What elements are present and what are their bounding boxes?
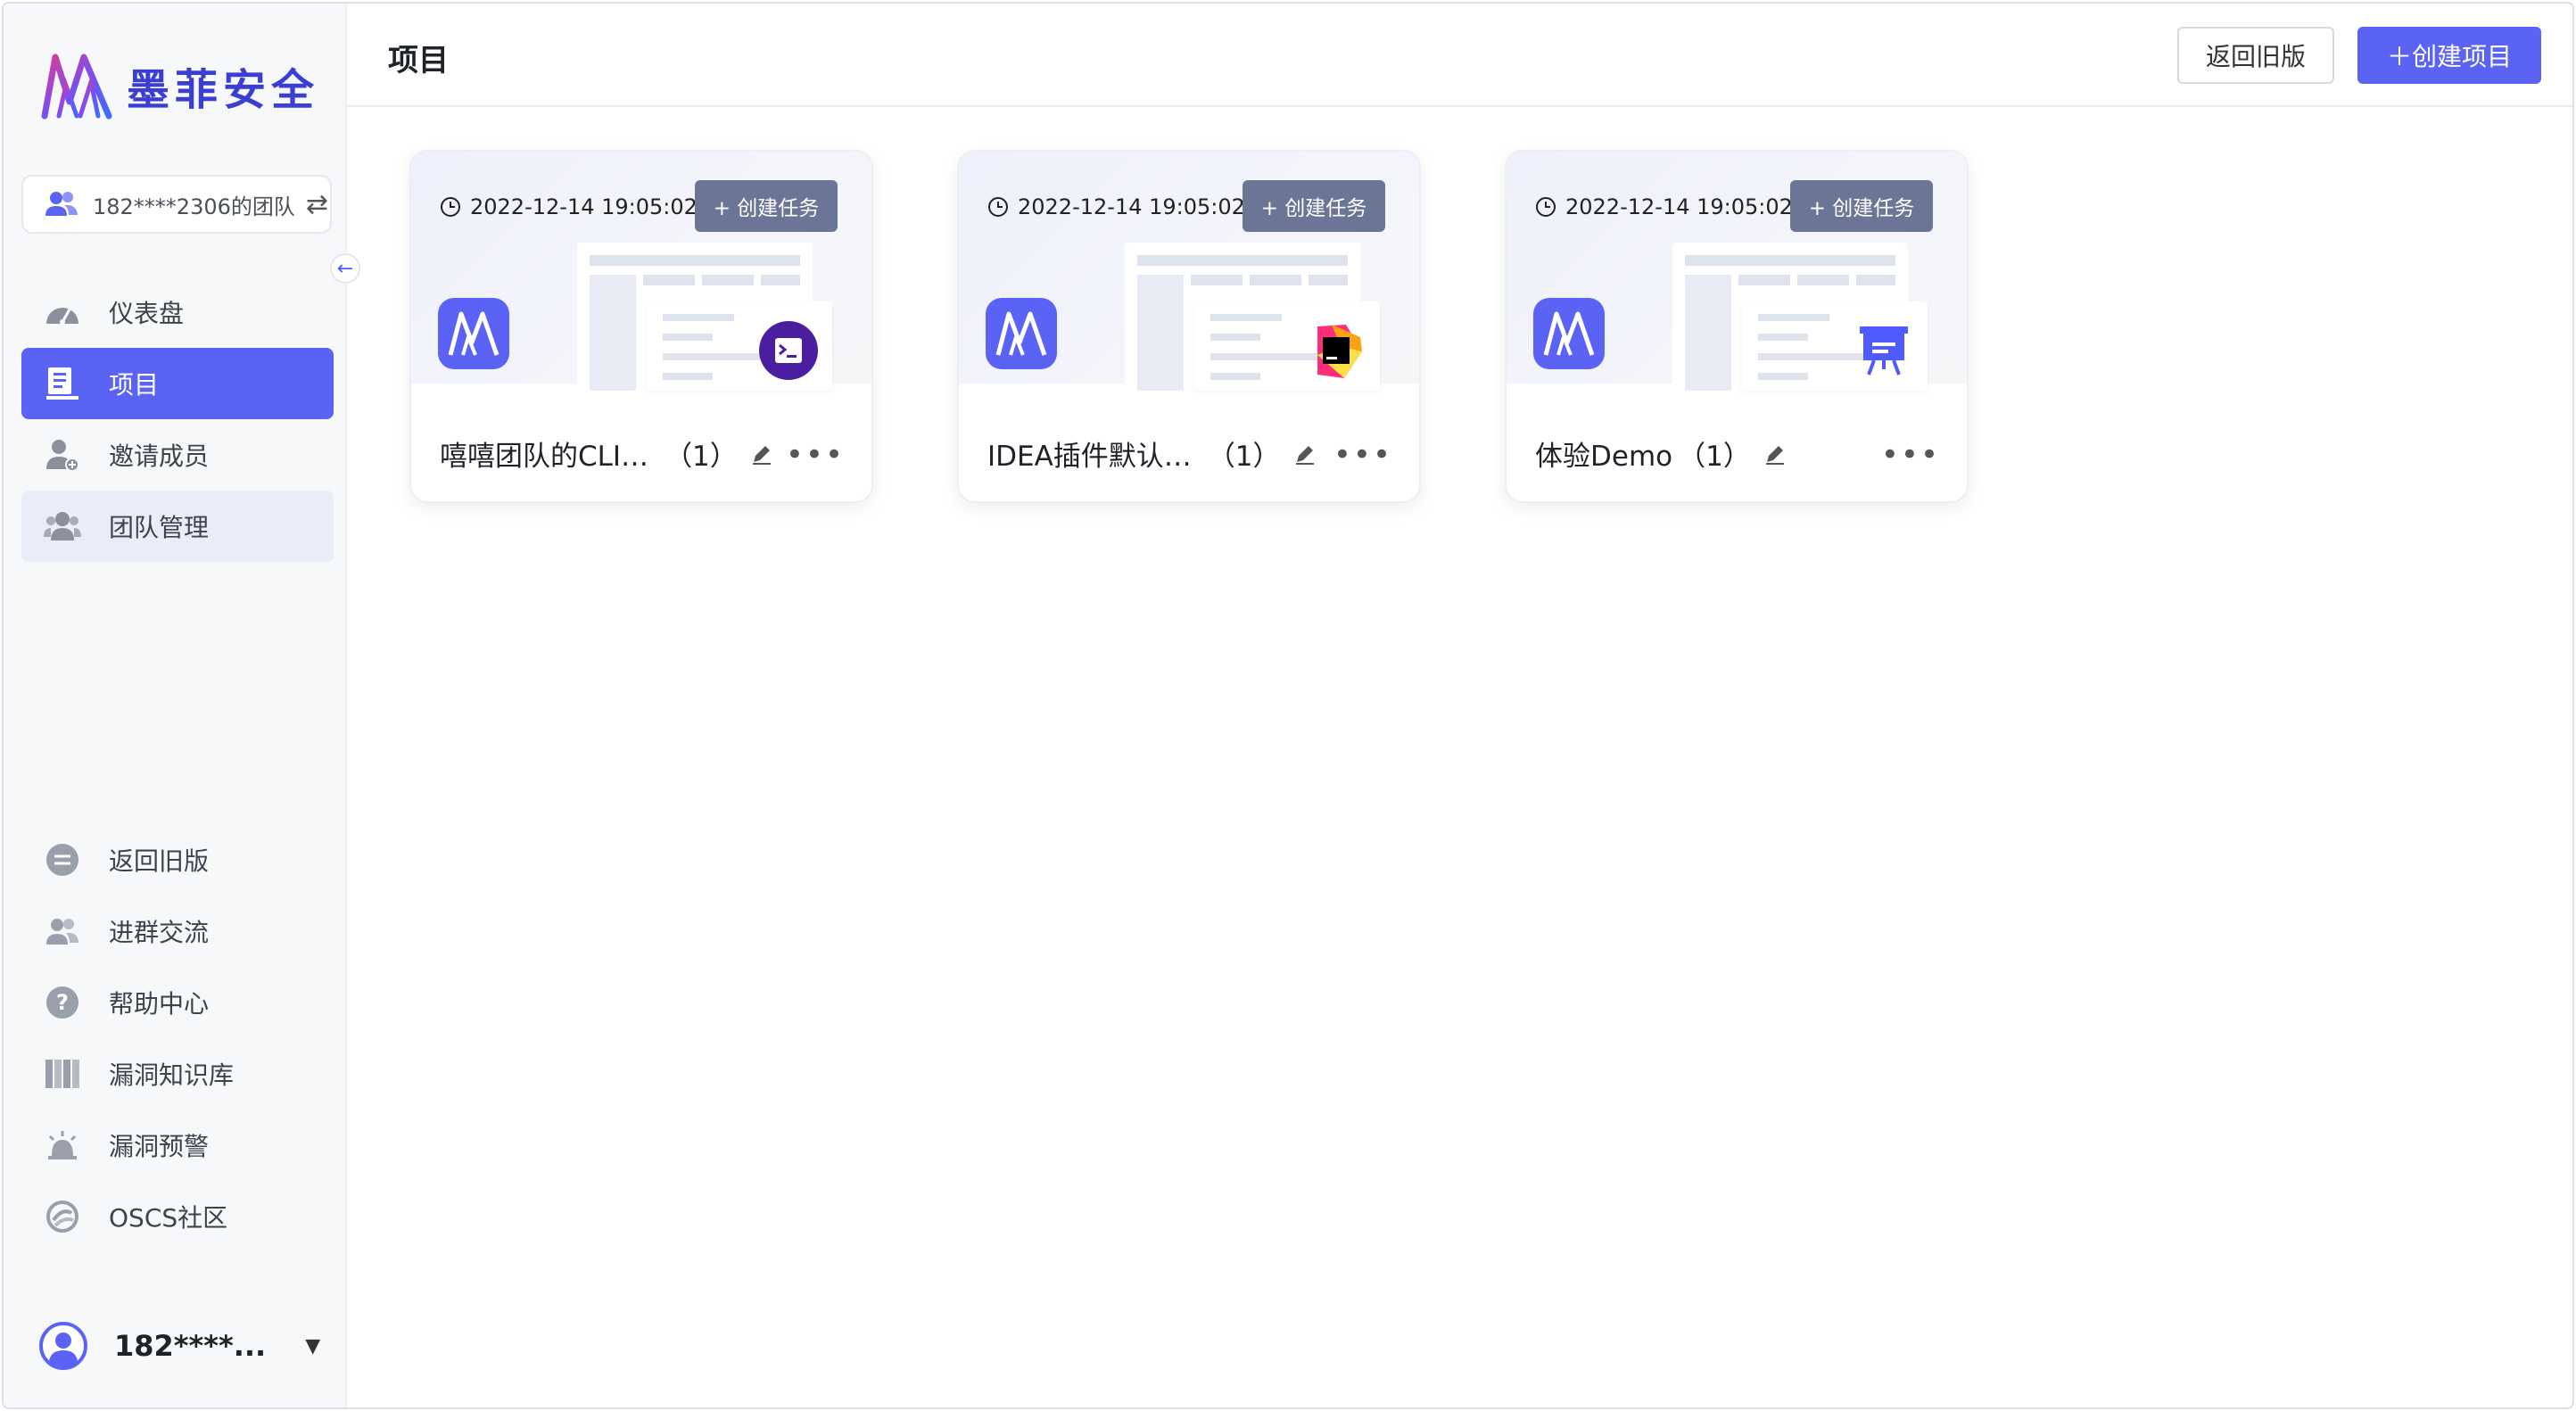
clock-icon: [988, 197, 1008, 217]
project-name[interactable]: 体验Demo: [1535, 433, 1672, 474]
project-icon: [43, 364, 82, 403]
sidebar-item-label: 仪表盘: [109, 299, 185, 328]
created-time: 2022-12-14 19:05:02: [1535, 194, 1793, 219]
project-card[interactable]: 2022-12-14 19:05:02 + 创建任务 体验Demo （1） ••…: [1505, 150, 1969, 503]
main-nav: 仪表盘 项目 邀请成员 团队管理: [21, 276, 334, 562]
sidebar-item-label: 邀请成员: [109, 441, 210, 471]
page-header: 项目 返回旧版 ＋创建项目: [347, 4, 2572, 107]
back-icon: [43, 840, 82, 879]
edit-icon[interactable]: [1293, 442, 1317, 466]
clock-icon: [441, 197, 460, 217]
created-time-text: 2022-12-14 19:05:02: [1565, 194, 1793, 219]
presentation-icon: [1860, 326, 1908, 375]
team-icon: [45, 192, 78, 216]
created-time: 2022-12-14 19:05:02: [440, 194, 698, 219]
project-name-row: 体验Demo （1）: [1535, 433, 1787, 474]
caret-down-icon[interactable]: ▼: [305, 1335, 320, 1357]
edit-icon[interactable]: [1763, 442, 1787, 466]
sidebar-item-dashboard[interactable]: 仪表盘: [21, 276, 334, 348]
sidebar-item-library[interactable]: 漏洞知识库: [21, 1038, 334, 1110]
more-options-icon[interactable]: •••: [1881, 437, 1940, 473]
sidebar-item-label: OSCS社区: [109, 1203, 228, 1233]
community-icon: [43, 1197, 82, 1236]
arrow-left-icon[interactable]: ←: [330, 253, 360, 284]
sidebar-item-label: 漏洞预警: [109, 1132, 210, 1161]
sidebar-item-project[interactable]: 项目: [21, 348, 334, 419]
sidebar-item-team-manage[interactable]: 团队管理: [21, 491, 334, 562]
project-name[interactable]: IDEA插件默认…: [987, 433, 1192, 474]
sidebar-item-community[interactable]: OSCS社区: [21, 1181, 334, 1252]
edit-icon[interactable]: [750, 442, 773, 466]
user-name: 182****...: [114, 1329, 267, 1363]
task-count: （1）: [1678, 441, 1751, 473]
more-options-icon[interactable]: •••: [786, 437, 845, 473]
more-options-icon[interactable]: •••: [1333, 437, 1392, 473]
cli-terminal-icon: [759, 321, 818, 380]
library-icon: [43, 1054, 82, 1093]
create-project-button[interactable]: ＋创建项目: [2357, 27, 2541, 84]
create-task-button[interactable]: + 创建任务: [1790, 180, 1933, 232]
group-icon: [43, 912, 82, 951]
murphy-app-icon: [1533, 298, 1605, 369]
sidebar-item-back-old[interactable]: 返回旧版: [21, 824, 334, 895]
brand-logo[interactable]: 墨菲安全: [39, 50, 319, 121]
sidebar: 墨菲安全 182****2306的团队 ⇄ ← 仪表盘 项目 邀请成员 团队管理…: [4, 4, 360, 1407]
project-card[interactable]: 2022-12-14 19:05:02 + 创建任务 IDEA插件默认… （1）…: [957, 150, 1421, 503]
svg-text:?: ?: [56, 990, 69, 1015]
brand-logo-icon: [41, 54, 112, 120]
task-count: （1）: [1207, 441, 1281, 473]
page-title: 项目: [388, 43, 449, 78]
team-switcher[interactable]: 182****2306的团队 ⇄: [21, 175, 332, 234]
sidebar-item-label: 团队管理: [109, 513, 210, 542]
team-manage-icon: [43, 507, 82, 546]
murphy-app-icon: [438, 298, 509, 369]
project-name-row: 嘻嘻团队的CLI… （1）: [440, 433, 773, 474]
dashboard-icon: [43, 293, 82, 332]
sidebar-item-help[interactable]: ? 帮助中心: [21, 967, 334, 1038]
sidebar-item-label: 项目: [109, 370, 160, 400]
jetbrains-icon: [1317, 325, 1362, 378]
task-count: （1）: [665, 441, 738, 473]
alarm-icon: [43, 1126, 82, 1165]
created-time-text: 2022-12-14 19:05:02: [470, 194, 698, 219]
clock-icon: [1536, 197, 1556, 217]
project-name-row: IDEA插件默认… （1）: [987, 433, 1317, 474]
create-task-button[interactable]: + 创建任务: [1243, 180, 1385, 232]
help-icon: ?: [43, 983, 82, 1022]
sidebar-item-invite[interactable]: 邀请成员: [21, 419, 334, 491]
sidebar-item-group[interactable]: 进群交流: [21, 895, 334, 967]
sidebar-item-alarm[interactable]: 漏洞预警: [21, 1110, 334, 1181]
sidebar-item-label: 进群交流: [109, 918, 210, 947]
team-name: 182****2306的团队: [93, 194, 295, 219]
sidebar-item-label: 返回旧版: [109, 846, 210, 876]
swap-icon[interactable]: ⇄: [306, 189, 328, 220]
project-card[interactable]: 2022-12-14 19:05:02 + 创建任务 嘻嘻团队的CLI… （1）…: [409, 150, 873, 503]
create-task-button[interactable]: + 创建任务: [695, 180, 838, 232]
user-menu[interactable]: 182****... ▼: [39, 1322, 320, 1370]
created-time-text: 2022-12-14 19:05:02: [1018, 194, 1245, 219]
project-name[interactable]: 嘻嘻团队的CLI…: [440, 433, 648, 474]
secondary-nav: 返回旧版 进群交流 ? 帮助中心 漏洞知识库 漏洞预警 OSCS社区: [21, 824, 334, 1252]
back-old-button[interactable]: 返回旧版: [2177, 27, 2334, 84]
murphy-app-icon: [986, 298, 1057, 369]
sidebar-item-label: 漏洞知识库: [109, 1060, 235, 1090]
sidebar-item-label: 帮助中心: [109, 989, 210, 1019]
created-time: 2022-12-14 19:05:02: [987, 194, 1245, 219]
avatar: [39, 1322, 87, 1370]
app-window: 墨菲安全 182****2306的团队 ⇄ ← 仪表盘 项目 邀请成员 团队管理…: [2, 2, 2574, 1409]
invite-member-icon: [43, 435, 82, 474]
brand-name: 墨菲安全: [127, 65, 320, 115]
